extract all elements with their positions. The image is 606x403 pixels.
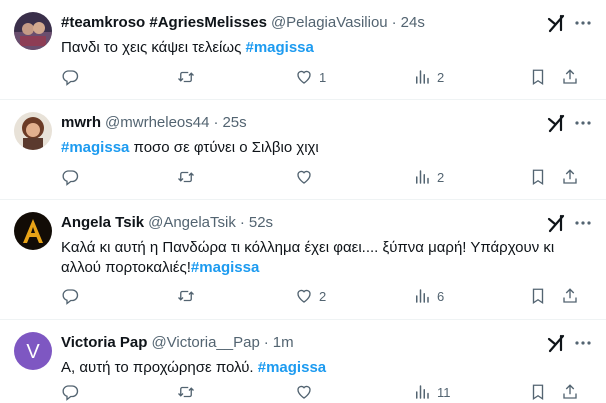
- retweet-button[interactable]: [177, 383, 201, 401]
- bookmark-button[interactable]: [529, 383, 547, 401]
- action-bar: 11: [61, 381, 592, 403]
- bookmark-icon: [532, 384, 544, 401]
- display-name[interactable]: Angela Tsik: [61, 214, 144, 231]
- reply-button[interactable]: [61, 68, 85, 86]
- retweet-icon: [178, 71, 194, 83]
- share-button[interactable]: [561, 168, 579, 186]
- share-button[interactable]: [561, 68, 579, 86]
- views-button[interactable]: 2: [413, 168, 444, 186]
- grok-icon[interactable]: [546, 212, 568, 234]
- user-handle[interactable]: @AngelaTsik: [148, 214, 236, 231]
- timestamp[interactable]: 24s: [401, 14, 425, 31]
- tweet-text: Καλά κι αυτή η Πανδώρα τι κόλλημα έχει φ…: [61, 238, 581, 278]
- grok-icon[interactable]: [546, 112, 568, 134]
- views-button[interactable]: 2: [413, 68, 444, 86]
- separator-dot: ·: [213, 114, 219, 131]
- like-icon: [297, 70, 311, 84]
- retweet-button[interactable]: [177, 68, 201, 86]
- tweet-text-part: Καλά κι αυτή η Πανδώρα τι κόλλημα έχει φ…: [61, 239, 555, 276]
- reply-button[interactable]: [61, 383, 85, 401]
- tweet-text: #magissa ποσο σε φτύνει ο Σιλβιο χιχι: [61, 138, 581, 158]
- tweet-text-part: Πανδι το χεις κάψει τελείως: [61, 39, 246, 56]
- separator-dot: ·: [263, 334, 269, 351]
- retweet-button[interactable]: [177, 287, 201, 305]
- bookmark-button[interactable]: [529, 287, 547, 305]
- reply-icon: [62, 289, 79, 305]
- timestamp[interactable]: 25s: [222, 114, 246, 131]
- share-button[interactable]: [561, 383, 579, 401]
- user-handle[interactable]: @PelagiaVasiliou: [271, 14, 388, 31]
- share-icon: [563, 288, 577, 303]
- more-icon[interactable]: [572, 12, 594, 34]
- bookmark-button[interactable]: [529, 168, 547, 186]
- hashtag-link[interactable]: #magissa: [191, 259, 259, 276]
- tweet[interactable]: mwrh @mwrheleos44 · 25s #magissa ποσο σε…: [0, 100, 606, 200]
- display-name[interactable]: Victoria Pap: [61, 334, 147, 351]
- timestamp[interactable]: 1m: [273, 334, 294, 351]
- views-icon: [416, 70, 429, 84]
- timestamp[interactable]: 52s: [249, 214, 273, 231]
- tweet-text: Α, αυτή το προχώρησε πολύ. #magissa: [61, 358, 581, 378]
- views-button[interactable]: 11: [413, 383, 451, 401]
- user-handle[interactable]: @mwrheleos44: [105, 114, 209, 131]
- retweet-button[interactable]: [177, 168, 201, 186]
- separator-dot: ·: [391, 14, 397, 31]
- reply-button[interactable]: [61, 287, 85, 305]
- hashtag-link[interactable]: #magissa: [61, 139, 129, 156]
- views-icon: [416, 170, 429, 184]
- action-bar: 2: [61, 166, 592, 188]
- views-icon: [416, 385, 429, 399]
- share-icon: [563, 169, 577, 184]
- like-icon: [297, 289, 311, 303]
- share-icon: [563, 384, 577, 399]
- action-bar: 2 6: [61, 285, 592, 307]
- tweet[interactable]: #teamkroso #AgriesMelisses @PelagiaVasil…: [0, 0, 606, 100]
- more-icon[interactable]: [572, 332, 594, 354]
- hashtag-link[interactable]: #magissa: [258, 359, 326, 376]
- like-button[interactable]: [295, 383, 319, 401]
- tweet-feed: #teamkroso #AgriesMelisses @PelagiaVasil…: [0, 0, 606, 403]
- more-icon[interactable]: [572, 212, 594, 234]
- separator-dot: ·: [239, 214, 245, 231]
- retweet-icon: [178, 386, 194, 398]
- share-button[interactable]: [561, 287, 579, 305]
- avatar-letter: V: [26, 341, 40, 363]
- user-handle[interactable]: @Victoria__Pap: [151, 334, 259, 351]
- tweet-text-part: Α, αυτή το προχώρησε πολύ.: [61, 359, 258, 376]
- reply-button[interactable]: [61, 168, 85, 186]
- like-button[interactable]: [295, 168, 319, 186]
- retweet-icon: [178, 290, 194, 302]
- views-icon: [416, 289, 429, 303]
- grok-icon[interactable]: [546, 12, 568, 34]
- tweet[interactable]: V Victoria Pap @Victoria__Pap · 1m Α, αυ…: [0, 320, 606, 403]
- bookmark-icon: [532, 69, 544, 86]
- bookmark-button[interactable]: [529, 68, 547, 86]
- avatar[interactable]: [14, 12, 52, 50]
- tweet[interactable]: Angela Tsik @AngelaTsik · 52s Καλά κι αυ…: [0, 200, 606, 320]
- retweet-icon: [178, 171, 194, 183]
- avatar[interactable]: [14, 212, 52, 250]
- tweet-text-part: ποσο σε φτύνει ο Σιλβιο χιχι: [129, 139, 319, 156]
- action-bar: 1 2: [61, 66, 592, 88]
- avatar[interactable]: [14, 112, 52, 150]
- more-icon[interactable]: [572, 112, 594, 134]
- grok-icon[interactable]: [546, 332, 568, 354]
- like-button[interactable]: 1: [295, 68, 326, 86]
- bookmark-icon: [532, 169, 544, 186]
- like-button[interactable]: 2: [295, 287, 326, 305]
- reply-icon: [62, 170, 79, 186]
- views-button[interactable]: 6: [413, 287, 444, 305]
- display-name[interactable]: mwrh: [61, 114, 101, 131]
- hashtag-link[interactable]: #magissa: [245, 39, 313, 56]
- like-icon: [297, 385, 311, 399]
- bookmark-icon: [532, 288, 544, 305]
- share-icon: [563, 69, 577, 84]
- avatar[interactable]: V: [14, 332, 52, 370]
- tweet-text: Πανδι το χεις κάψει τελείως #magissa: [61, 38, 581, 58]
- reply-icon: [62, 385, 79, 401]
- display-name[interactable]: #teamkroso #AgriesMelisses: [61, 14, 267, 31]
- like-icon: [297, 170, 311, 184]
- reply-icon: [62, 70, 79, 86]
